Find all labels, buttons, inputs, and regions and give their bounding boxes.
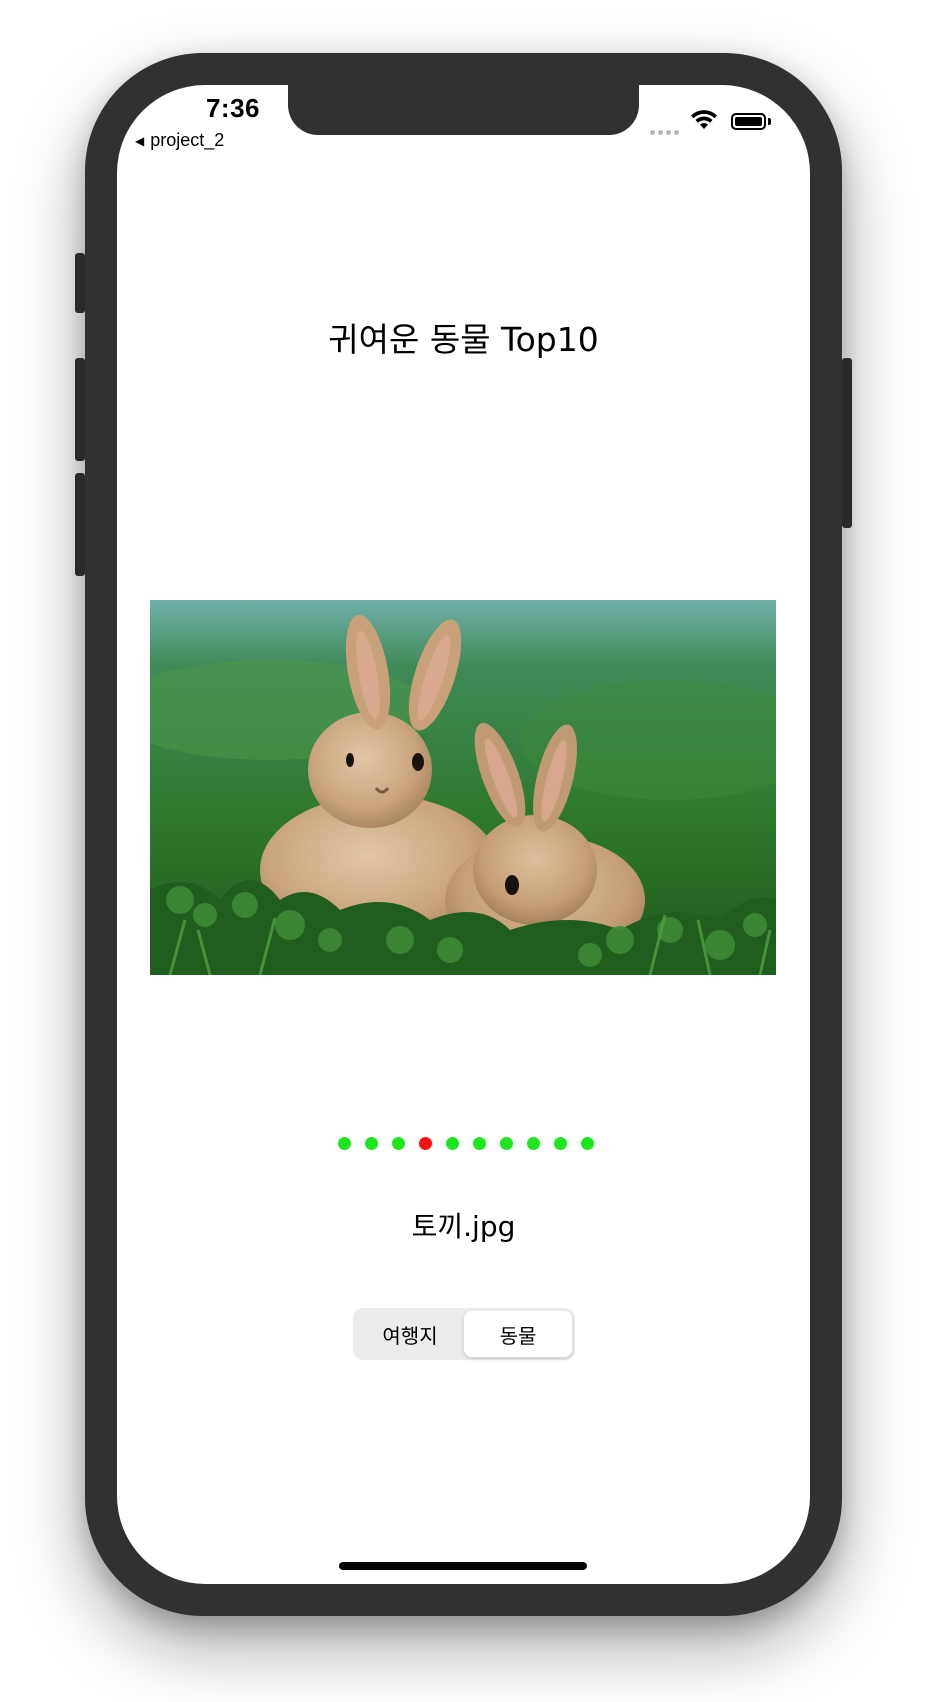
- segment-1[interactable]: 동물: [464, 1311, 572, 1357]
- status-time: 7:36: [205, 93, 261, 123]
- power-button: [842, 358, 852, 528]
- image-filename-label: 토끼.jpg: [411, 1210, 516, 1243]
- segment-0[interactable]: 여행지: [356, 1311, 464, 1357]
- page-dot[interactable]: [365, 1137, 378, 1150]
- back-arrow-icon: ◀: [135, 133, 145, 148]
- volume-up-button: [75, 358, 85, 461]
- page-dot[interactable]: [473, 1137, 486, 1150]
- back-app-label: project_2: [150, 130, 225, 150]
- battery-icon: [731, 113, 766, 130]
- notch: [288, 85, 639, 135]
- page-dot[interactable]: [554, 1137, 567, 1150]
- phone-screen: 7:36 ◀ project_2 귀여운 동물 Top10 토끼.jpg 여행지…: [117, 85, 810, 1584]
- phone-frame: 7:36 ◀ project_2 귀여운 동물 Top10 토끼.jpg 여행지…: [75, 53, 852, 1616]
- battery-tip: [768, 118, 771, 125]
- home-indicator[interactable]: [339, 1562, 587, 1570]
- category-segmented-control[interactable]: 여행지 동물: [353, 1308, 575, 1360]
- page-dot[interactable]: [527, 1137, 540, 1150]
- cellular-signal-icon: [650, 130, 679, 135]
- page-control[interactable]: [338, 1137, 594, 1150]
- page-dot-current[interactable]: [419, 1137, 432, 1150]
- wifi-icon: [691, 110, 717, 129]
- simulator-stage: 7:36 ◀ project_2 귀여운 동물 Top10 토끼.jpg 여행지…: [0, 0, 926, 1702]
- page-dot[interactable]: [338, 1137, 351, 1150]
- animal-photo[interactable]: [150, 600, 776, 975]
- page-dot[interactable]: [581, 1137, 594, 1150]
- page-dot[interactable]: [446, 1137, 459, 1150]
- volume-down-button: [75, 473, 85, 576]
- page-title: 귀여운 동물 Top10: [328, 320, 599, 359]
- page-dot[interactable]: [500, 1137, 513, 1150]
- mute-switch: [75, 253, 85, 313]
- back-to-app-link[interactable]: ◀ project_2: [135, 130, 224, 151]
- page-dot[interactable]: [392, 1137, 405, 1150]
